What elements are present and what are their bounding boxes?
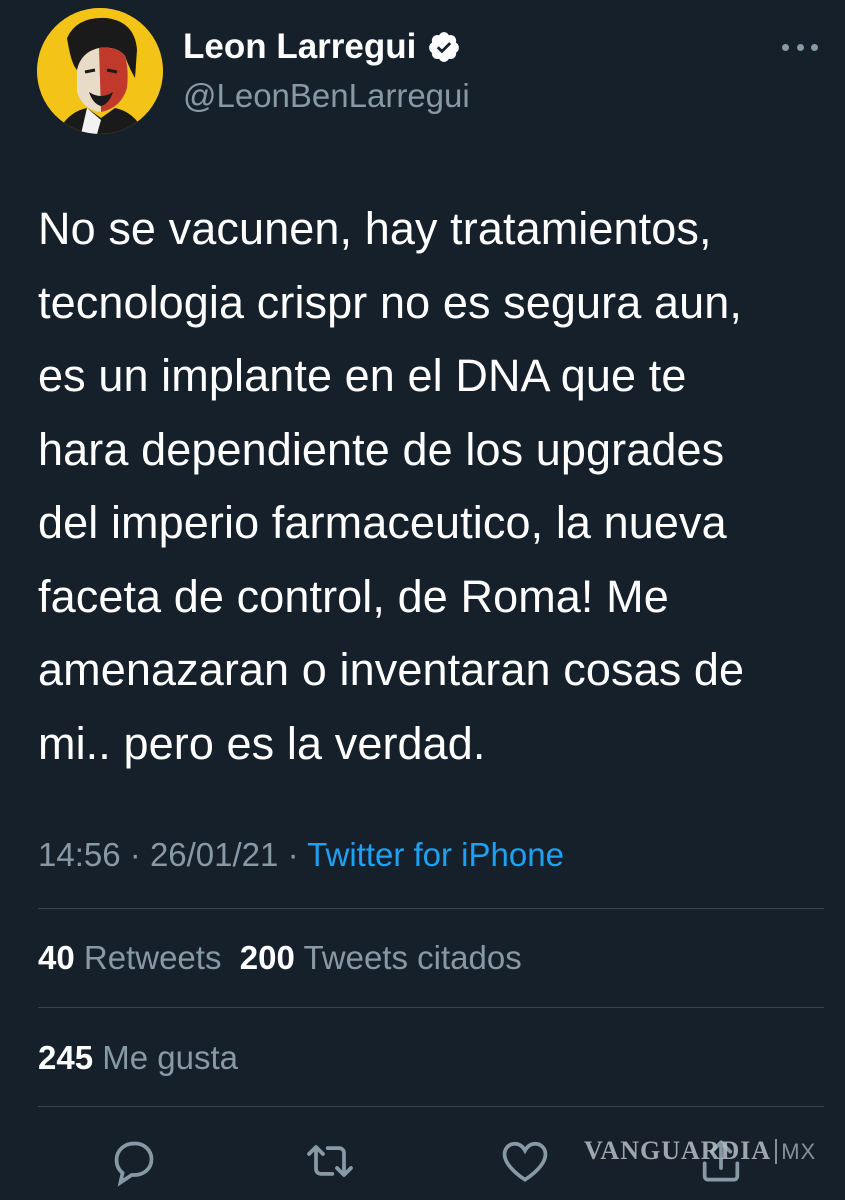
like-icon[interactable]: [497, 1133, 553, 1189]
retweet-icon[interactable]: [302, 1133, 358, 1189]
quote-tweets-label: Tweets citados: [303, 939, 522, 976]
stats-row-shares: 40 Retweets 200 Tweets citados: [38, 936, 522, 980]
likes-stat[interactable]: 245 Me gusta: [38, 1039, 238, 1076]
quote-tweets-stat[interactable]: 200 Tweets citados: [240, 939, 522, 976]
tweet-date[interactable]: 26/01/21: [150, 836, 278, 873]
stats-row-likes: 245 Me gusta: [38, 1036, 238, 1080]
meta-separator: ·: [129, 836, 141, 873]
tweet-time[interactable]: 14:56: [38, 836, 121, 873]
more-dot-icon: [811, 43, 818, 51]
more-dot-icon: [796, 43, 804, 51]
retweets-stat[interactable]: 40 Retweets: [38, 939, 221, 976]
retweets-count: 40: [38, 939, 75, 976]
author-handle[interactable]: @LeonBenLarregui: [183, 76, 470, 116]
likes-label: Me gusta: [102, 1039, 238, 1076]
more-options-button[interactable]: [778, 30, 822, 64]
divider: [38, 1007, 824, 1008]
likes-count: 245: [38, 1039, 94, 1076]
tweet-detail: Leon Larregui @LeonBenLarregui No se vac…: [0, 0, 845, 1200]
quote-tweets-count: 200: [239, 939, 295, 976]
watermark-brand: VANGUARDIA: [584, 1136, 772, 1165]
tweet-meta: 14:56 · 26/01/21 · Twitter for iPhone: [38, 833, 564, 877]
reply-icon[interactable]: [106, 1133, 162, 1189]
watermark: VANGUARDIA MX: [584, 1136, 817, 1166]
divider: [38, 1106, 824, 1107]
meta-separator: ·: [287, 836, 299, 873]
author-name[interactable]: Leon Larregui: [183, 26, 416, 68]
divider: [38, 908, 824, 909]
verified-badge-icon: [429, 32, 459, 62]
avatar-portrait-icon: [37, 8, 163, 134]
retweets-label: Retweets: [83, 939, 222, 976]
watermark-region: MX: [775, 1139, 817, 1164]
tweet-source-link[interactable]: Twitter for iPhone: [307, 836, 564, 873]
tweet-text: No se vacunen, hay tratamientos, tecnolo…: [38, 203, 745, 769]
more-dot-icon: [782, 43, 789, 51]
avatar[interactable]: [37, 8, 163, 134]
